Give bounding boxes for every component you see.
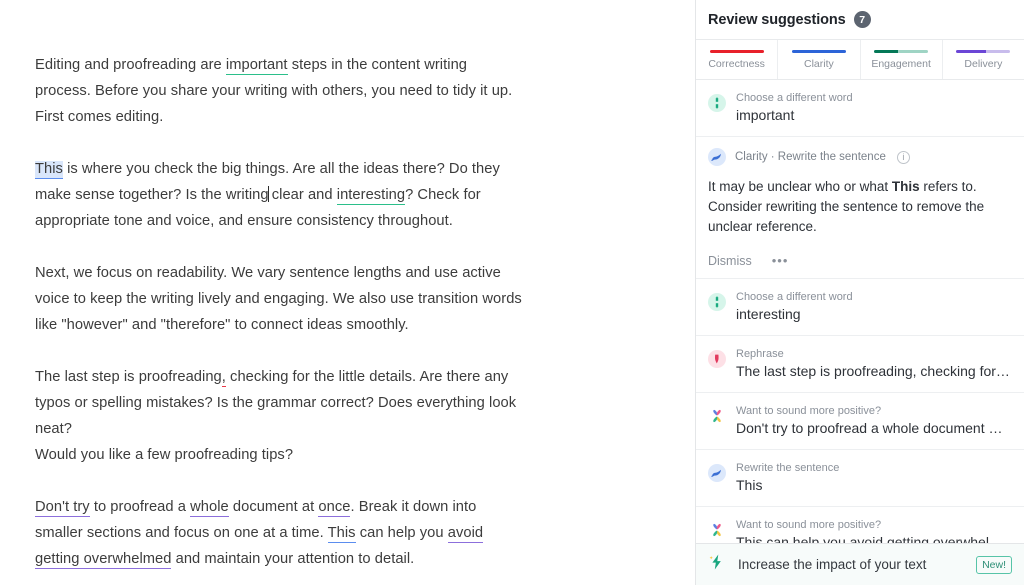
suggestion-kicker: Want to sound more positive?: [736, 519, 882, 531]
clarity-icon: [708, 148, 726, 166]
suggestion-kicker: Rewrite the sentence: [736, 462, 840, 474]
tab-label: Correctness: [708, 57, 765, 70]
suggestion-item[interactable]: Want to sound more positive? Don't try to…: [696, 393, 1024, 450]
tab-score-fill: [791, 49, 846, 53]
tab-correctness[interactable]: Correctness: [696, 40, 779, 79]
suggestion-count-badge: 7: [853, 11, 871, 28]
suggestion-highlight[interactable]: whole: [190, 499, 229, 517]
suggestion-text: Choose a different word interesting: [736, 290, 1010, 324]
app-root: Editing and proofreading are important s…: [0, 0, 1024, 585]
suggestion-highlight[interactable]: once: [318, 499, 351, 517]
text-run: clear and: [267, 187, 337, 203]
suggestion-highlight[interactable]: interesting: [336, 187, 406, 205]
suggestion-card-body: It may be unclear who or what This refer…: [708, 177, 1010, 237]
suggestion-card-header: Clarity · Rewrite the sentence i: [708, 148, 1010, 166]
text-run: can help you: [355, 525, 448, 541]
tab-score-track: [898, 49, 929, 53]
document-paragraph: Editing and proofreading are important s…: [35, 52, 525, 130]
text-run: The last step is proofreading: [35, 369, 222, 385]
synonym-icon: [708, 293, 726, 311]
suggestion-highlight[interactable]: This: [35, 161, 63, 179]
document-paragraph: The last step is proofreading, checking …: [35, 364, 525, 442]
suggestion-main-text: important: [736, 107, 795, 123]
tab-label: Clarity: [803, 57, 834, 70]
tab-score-bar: [791, 49, 846, 53]
tab-score-track: [986, 49, 1011, 53]
suggestion-highlight[interactable]: avoid: [447, 525, 484, 543]
rephrase-icon: [708, 350, 726, 368]
text-run: to proofread a: [89, 499, 191, 515]
suggestion-main-text: This can help you avoid getting overwhel…: [736, 534, 1010, 543]
sidebar-header: Review suggestions 7: [696, 0, 1024, 39]
new-badge: New!: [976, 555, 1012, 574]
body-text-emphasis: This: [891, 179, 920, 194]
dismiss-button[interactable]: Dismiss: [708, 254, 752, 268]
text-run: and maintain your attention to detail.: [171, 551, 415, 567]
impact-promo-bar[interactable]: Increase the impact of your text New!: [696, 543, 1024, 585]
suggestion-item[interactable]: Want to sound more positive? This can hel…: [696, 507, 1024, 543]
suggestion-item[interactable]: Choose a different word interesting: [696, 279, 1024, 336]
suggestion-highlight[interactable]: This: [327, 525, 356, 543]
suggestion-kicker: Choose a different word: [736, 92, 853, 104]
more-options-button[interactable]: •••: [772, 253, 789, 268]
tab-score-bar: [874, 49, 929, 53]
suggestion-main-text: interesting: [736, 306, 801, 322]
suggestion-text: Want to sound more positive? Don't try to…: [736, 404, 1010, 438]
suggestion-kicker: Choose a different word: [736, 291, 853, 303]
suggestion-item[interactable]: Rephrase The last step is proofreading, c…: [696, 336, 1024, 393]
suggestion-highlight[interactable]: Don't try: [35, 499, 90, 517]
tab-clarity[interactable]: Clarity: [778, 40, 861, 79]
document-body[interactable]: Editing and proofreading are important s…: [35, 52, 525, 572]
suggestion-text: Choose a different word important: [736, 91, 1010, 125]
text-run: Editing and proofreading are: [35, 57, 226, 73]
page-title: Review suggestions: [708, 11, 846, 28]
tab-label: Delivery: [964, 57, 1003, 70]
clarity-icon: [708, 464, 726, 482]
tab-score-bar: [956, 49, 1011, 53]
tab-score-bar: [709, 49, 764, 53]
suggestion-text: Rephrase The last step is proofreading, c…: [736, 347, 1010, 381]
suggestion-highlight[interactable]: getting overwhelmed: [35, 551, 172, 569]
text-run: Next, we focus on readability. We vary s…: [35, 265, 522, 333]
tone-pinwheel-icon: [708, 521, 726, 539]
suggestion-main-text: The last step is proofreading, checking …: [736, 363, 1010, 379]
body-text-pre: It may be unclear who or what: [708, 179, 892, 194]
tone-pinwheel-icon: [708, 407, 726, 425]
suggestion-card-actions: Dismiss •••: [708, 253, 1010, 268]
suggestion-highlight[interactable]: important: [225, 57, 288, 75]
document-paragraph: Next, we focus on readability. We vary s…: [35, 260, 525, 338]
suggestion-kicker: Rephrase: [736, 348, 784, 360]
document-editor[interactable]: Editing and proofreading are important s…: [0, 0, 695, 585]
tab-score-fill: [956, 49, 987, 53]
suggestion-item[interactable]: Rewrite the sentence This: [696, 450, 1024, 507]
suggestion-main-text: This: [736, 477, 763, 493]
suggestion-category-label: Clarity · Rewrite the sentence: [735, 151, 886, 163]
text-run: document at: [228, 499, 319, 515]
suggestion-card-expanded[interactable]: Clarity · Rewrite the sentence i It may be…: [696, 137, 1024, 279]
suggestions-sidebar: Review suggestions 7 Correctness Clarity E…: [695, 0, 1024, 585]
impact-promo-label: Increase the impact of your text: [738, 557, 927, 572]
suggestion-list: Choose a different word important Clarity …: [696, 80, 1024, 543]
tab-delivery[interactable]: Delivery: [943, 40, 1024, 79]
tab-score-fill: [874, 49, 899, 53]
synonym-icon: [708, 94, 726, 112]
document-paragraph: Would you like a few proofreading tips?: [35, 442, 525, 468]
suggestion-kicker: Want to sound more positive?: [736, 405, 882, 417]
lightning-bolt-icon: [708, 553, 726, 576]
tab-score-fill: [709, 49, 764, 53]
category-tabs: Correctness Clarity Engagement Delivery: [696, 39, 1024, 80]
document-paragraph: Don't try to proofread a whole document …: [35, 494, 525, 572]
info-icon[interactable]: i: [896, 150, 910, 164]
tab-engagement[interactable]: Engagement: [861, 40, 943, 79]
document-paragraph: This is where you check the big things. …: [35, 156, 525, 234]
suggestion-text: Rewrite the sentence This: [736, 461, 1010, 495]
suggestion-item[interactable]: Choose a different word important: [696, 80, 1024, 137]
suggestion-main-text: Don't try to proofread a whole document …: [736, 420, 1010, 436]
text-run: Would you like a few proofreading tips?: [35, 447, 294, 463]
suggestion-text: Want to sound more positive? This can hel…: [736, 518, 1010, 543]
tab-label: Engagement: [871, 57, 931, 70]
